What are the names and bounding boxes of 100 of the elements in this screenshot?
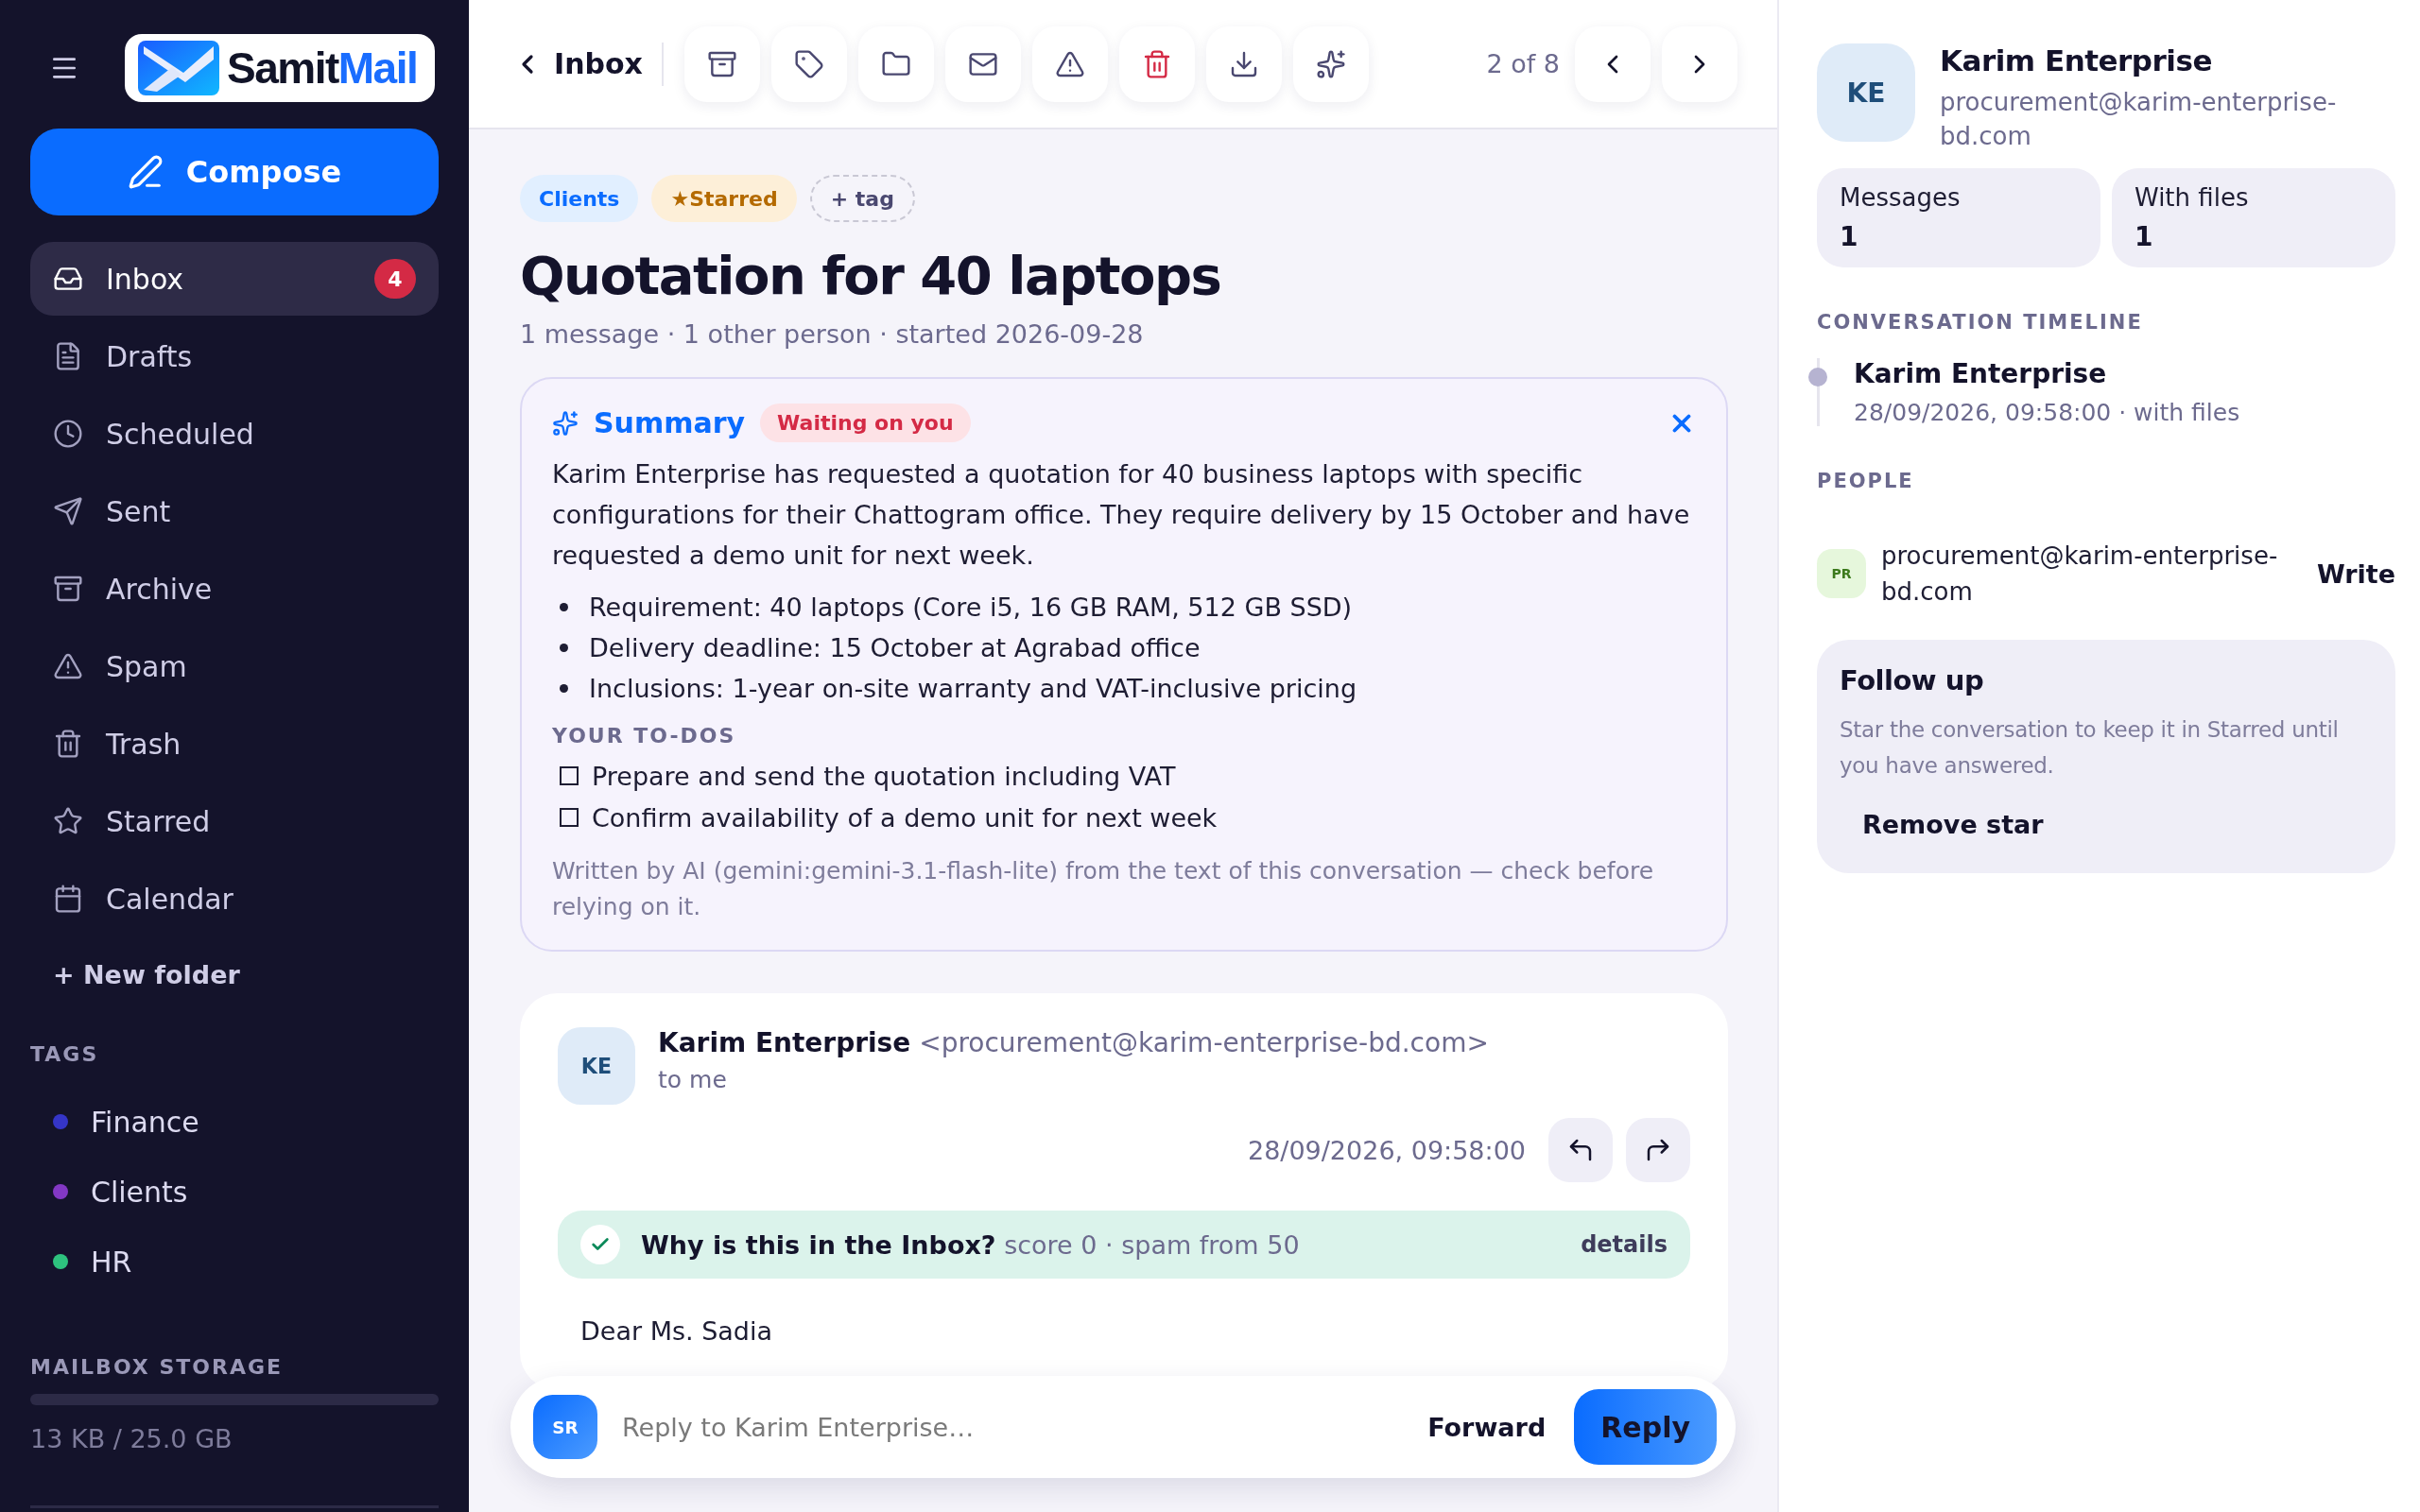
verdict-text: Why is this in the Inbox? score 0 · spam from 50 <box>641 1229 1301 1260</box>
stat-label: Messages <box>1840 183 1962 212</box>
todo-checkbox[interactable] <box>560 808 579 827</box>
calendar-icon <box>53 884 83 914</box>
toolbar-button[interactable] <box>1292 26 1369 102</box>
toolbar-button[interactable] <box>857 26 934 102</box>
folder-item[interactable]: Calendar <box>30 862 439 936</box>
section-heading: CONVERSATION TIMELINE <box>1817 311 2144 334</box>
envelope-logo-icon <box>138 41 219 95</box>
ai-disclaimer: Written by AI (gemini:gemini-3.1-flash-lite) from the text of this conversation — check before relying on it. <box>552 856 1655 922</box>
warning-icon <box>53 651 83 681</box>
follow-up-text: Star the conversation to keep it in Starred until you have answered. <box>1840 716 2340 780</box>
folder-label: Spam <box>106 649 188 683</box>
reply-field[interactable]: Reply to Karim Enterprise… <box>620 1411 1400 1443</box>
folder-label: Starred <box>106 804 212 838</box>
folder-item[interactable]: Scheduled <box>30 397 439 471</box>
toolbar-button[interactable] <box>1205 26 1282 102</box>
summary-point: Inclusions: 1-year on-site warranty and VAT-inclusive pricing <box>589 673 1357 705</box>
section-heading: YOUR TO-DOS <box>552 724 737 747</box>
follow-up-title: Follow up <box>1840 664 1985 696</box>
sparkles-icon <box>552 409 579 437</box>
storage-reading: 13 KB / 25.0 GB <box>30 1424 233 1453</box>
contact-avatar: KE <box>1817 43 1915 142</box>
toolbar-button[interactable] <box>770 26 847 102</box>
folder-label: Drafts <box>106 339 194 373</box>
archive-icon <box>53 574 83 604</box>
summary-point: Requirement: 40 laptops (Core i5, 16 GB RAM, 512 GB SSD) <box>589 592 1353 624</box>
folder-item[interactable]: Starred <box>30 784 439 858</box>
pager-text: 2 of 8 <box>1486 49 1560 78</box>
folder-label: Trash <box>106 727 182 761</box>
tag-chip[interactable]: ★Starred <box>651 175 797 222</box>
star-icon <box>53 806 83 836</box>
message-body: Dear Ms. Sadia <box>580 1316 774 1346</box>
folder-item[interactable]: Drafts <box>30 319 439 393</box>
folder-item[interactable]: Inbox 4 <box>30 242 439 316</box>
contact-email: procurement@karim-enterprise-bd.com <box>1940 87 2338 152</box>
toolbar-button[interactable] <box>683 26 760 102</box>
compose-button[interactable]: Compose <box>30 129 439 215</box>
write-button[interactable]: Write <box>2316 558 2395 589</box>
folder-item[interactable]: Archive <box>30 552 439 626</box>
section-heading: PEOPLE <box>1817 470 1915 492</box>
message-date: 28/09/2026, 09:58:00 <box>1247 1135 1526 1165</box>
clock-icon <box>53 419 83 449</box>
sender-avatar: KE <box>558 1027 635 1105</box>
folder-item[interactable]: Sent <box>30 474 439 548</box>
details-link[interactable]: details <box>1581 1231 1668 1258</box>
remove-star-button[interactable]: Remove star <box>1840 799 2066 850</box>
stat-label: With files <box>2135 183 2250 212</box>
bullet-icon <box>560 644 568 652</box>
summary-title: Summary <box>594 406 746 439</box>
toolbar-button[interactable] <box>944 26 1021 102</box>
tag-icon <box>793 48 824 79</box>
recipient-text: to me <box>658 1066 728 1093</box>
todo-checkbox[interactable] <box>560 766 579 785</box>
todo-label: Prepare and send the quotation including VAT <box>592 761 1176 791</box>
tag-label[interactable]: Clients <box>91 1175 188 1209</box>
summary-text: Karim Enterprise has requested a quotation for 40 business laptops with specific configurations for their Chattogram office. They require delivery by 15 October and have requested a demo unit for next week. <box>552 458 1691 572</box>
folder-label: Archive <box>106 572 214 606</box>
sender-line: Karim Enterprise <procurement@karim-enterprise-bd.com> <box>658 1027 1489 1058</box>
section-heading: TAGS <box>30 1042 99 1066</box>
toolbar-button[interactable] <box>1031 26 1108 102</box>
back-button[interactable]: Inbox <box>512 42 664 86</box>
forward-button[interactable] <box>1626 1118 1690 1182</box>
user-avatar: SR <box>533 1395 597 1459</box>
status-badge: Waiting on you <box>760 404 971 442</box>
stat-value: 1 <box>2135 221 2154 252</box>
bullet-icon <box>560 684 568 693</box>
timeline-detail: 28/09/2026, 09:58:00 · with files <box>1854 399 2241 426</box>
paper-plane-icon <box>53 496 83 526</box>
summary-point: Delivery deadline: 15 October at Agrabad office <box>589 632 1201 664</box>
forward-text-button[interactable]: Forward <box>1422 1411 1552 1443</box>
unread-count: 4 <box>374 259 416 299</box>
folder-item[interactable]: Spam <box>30 629 439 703</box>
tag-label[interactable]: HR <box>91 1245 132 1279</box>
contact-name: Karim Enterprise <box>1940 43 2213 77</box>
folder-label: Calendar <box>106 882 234 916</box>
section-heading: MAILBOX STORAGE <box>30 1355 284 1379</box>
tag-chip[interactable]: Clients <box>520 175 639 222</box>
person-avatar: PR <box>1817 549 1866 598</box>
send-reply-button[interactable]: Reply <box>1574 1389 1717 1465</box>
folder-label: Sent <box>106 494 172 528</box>
check-icon <box>580 1225 620 1264</box>
tag-label[interactable]: Finance <box>91 1105 199 1139</box>
folder-item[interactable]: Trash <box>30 707 439 781</box>
stat-value: 1 <box>1840 221 1859 252</box>
conversation-title: Quotation for 40 laptops <box>520 245 1222 306</box>
folder-label: Inbox <box>106 262 185 296</box>
add-tag-button[interactable]: + tag <box>809 175 915 222</box>
timeline-sender: Karim Enterprise <box>1854 358 2108 389</box>
folder-label: Scheduled <box>106 417 255 451</box>
timeline-dot <box>1808 368 1827 387</box>
sparkles-icon <box>1315 48 1346 79</box>
conversation-meta: 1 message · 1 other person · started 2026-09-28 <box>520 319 1145 349</box>
person-email: procurement@karim-enterprise-bd.com <box>1881 541 2279 608</box>
toolbar-button[interactable] <box>1118 26 1195 102</box>
bullet-icon <box>560 603 568 611</box>
trash-icon <box>53 729 83 759</box>
new-folder-link[interactable]: + New folder <box>53 960 240 989</box>
pen-icon <box>127 154 164 190</box>
reply-button[interactable] <box>1548 1118 1613 1182</box>
